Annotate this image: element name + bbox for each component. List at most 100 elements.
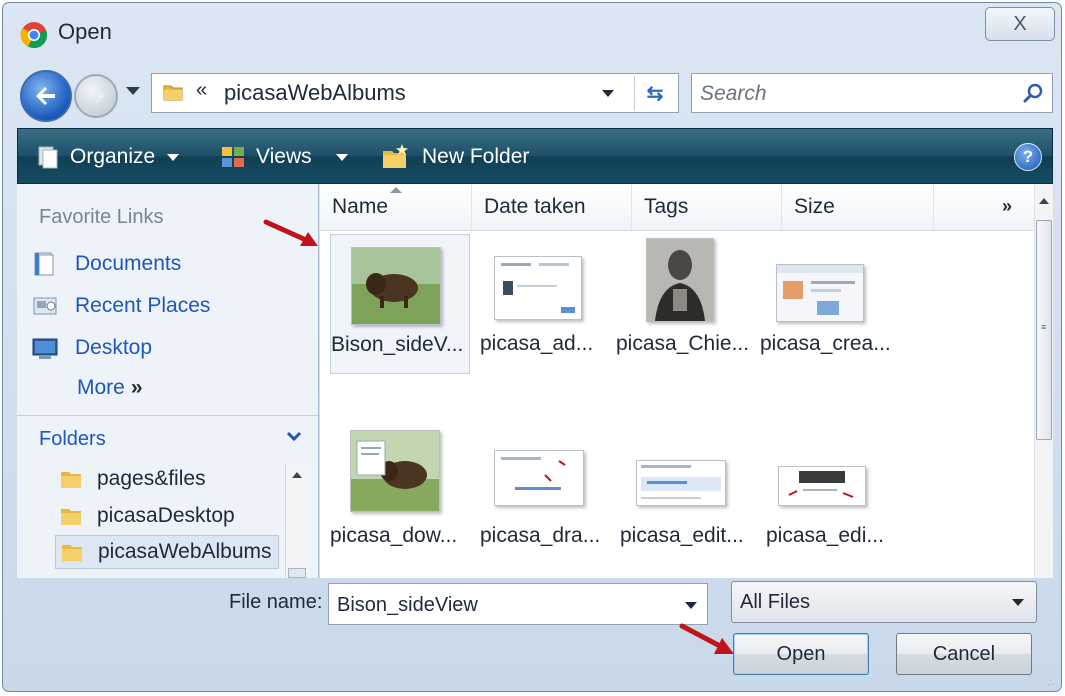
- organize-dropdown-icon: [167, 153, 180, 161]
- organize-label: Organize: [70, 145, 156, 168]
- views-dropdown-icon: [335, 153, 348, 161]
- address-path[interactable]: picasaWebAlbums: [224, 80, 406, 106]
- scroll-up-icon[interactable]: [292, 472, 302, 478]
- back-arrow-icon: [36, 87, 55, 105]
- search-box[interactable]: [691, 73, 1053, 113]
- open-button[interactable]: Open: [733, 633, 869, 675]
- column-header-row: Name Date taken Tags Size »: [320, 184, 1035, 231]
- file-label: picasa_ad...: [480, 332, 594, 355]
- column-date-taken-label: Date taken: [484, 195, 586, 218]
- file-item[interactable]: picasa_dow...: [330, 426, 470, 566]
- file-item[interactable]: picasa_edi...: [766, 426, 906, 566]
- column-tags-label: Tags: [644, 195, 689, 218]
- column-date-taken[interactable]: Date taken: [472, 184, 632, 230]
- organize-button[interactable]: Organize: [36, 143, 180, 171]
- folder-tree-item[interactable]: pages&files: [55, 462, 212, 496]
- sort-ascending-icon: [390, 187, 402, 193]
- file-name-input[interactable]: [335, 590, 659, 620]
- file-label: picasa_crea...: [760, 332, 891, 355]
- back-button[interactable]: [20, 70, 72, 122]
- more-columns-icon[interactable]: »: [1002, 196, 1012, 217]
- chrome-icon: [20, 22, 48, 49]
- file-item[interactable]: picasa_ad...: [480, 234, 620, 374]
- more-favorites-link[interactable]: More»: [77, 376, 143, 400]
- file-item[interactable]: Bison_sideV...: [330, 234, 470, 374]
- address-chevron[interactable]: «: [196, 79, 207, 102]
- favorite-recent-places[interactable]: Recent Places: [31, 290, 210, 322]
- close-icon: X: [1013, 12, 1027, 35]
- bison-thumbnail: [351, 247, 441, 325]
- folder-icon: [163, 85, 183, 101]
- views-label: Views: [256, 145, 312, 168]
- column-tags[interactable]: Tags: [632, 184, 782, 230]
- file-label: picasa_edit...: [620, 524, 744, 547]
- annotation-arrow: [263, 219, 318, 246]
- help-button[interactable]: ?: [1014, 143, 1042, 171]
- folder-tree-item-selected[interactable]: picasaWebAlbums: [55, 535, 279, 569]
- file-list-scrollbar[interactable]: ≡: [1034, 184, 1053, 578]
- command-toolbar: Organize Views New Folder ?: [17, 128, 1053, 184]
- open-dialog: Open X « picasaWebAlbums ⇆ Search Organi…: [2, 2, 1062, 692]
- search-input[interactable]: [698, 78, 1002, 110]
- new-folder-icon: [383, 144, 408, 168]
- favorite-documents[interactable]: Documents: [31, 248, 181, 280]
- chevron-down-icon[interactable]: [285, 428, 303, 446]
- desktop-icon: [32, 338, 58, 359]
- resize-grip-icon[interactable]: ∴: [1048, 679, 1055, 689]
- column-size-label: Size: [794, 195, 835, 218]
- column-size[interactable]: Size: [782, 184, 934, 230]
- refresh-button[interactable]: ⇆: [634, 76, 675, 110]
- forward-button[interactable]: [74, 74, 118, 118]
- favorite-recent-places-label: Recent Places: [75, 294, 211, 317]
- favorite-desktop-label: Desktop: [75, 336, 153, 359]
- cancel-button[interactable]: Cancel: [896, 633, 1032, 675]
- organize-icon: [38, 146, 58, 169]
- recent-places-icon: [33, 297, 57, 315]
- new-folder-label: New Folder: [422, 145, 530, 168]
- file-label: picasa_dra...: [480, 524, 601, 547]
- folder-tree-item[interactable]: picasaDesktop: [55, 499, 241, 533]
- file-item[interactable]: picasa_dra...: [480, 426, 620, 566]
- more-chevron-icon: »: [130, 376, 143, 399]
- folder-tree-scrollbar[interactable]: [285, 464, 310, 578]
- screenshot-thumbnail: [636, 460, 726, 506]
- address-bar[interactable]: « picasaWebAlbums ⇆: [151, 73, 679, 113]
- folder-icon: [61, 472, 81, 488]
- file-item[interactable]: picasa_edit...: [620, 426, 760, 566]
- folder-label: picasaDesktop: [97, 504, 235, 527]
- window-title: Open: [58, 19, 112, 44]
- file-item[interactable]: picasa_Chie...: [616, 234, 756, 374]
- new-folder-button[interactable]: New Folder: [380, 143, 529, 171]
- file-name-combobox[interactable]: [328, 583, 708, 625]
- grip-icon: ≡: [1041, 322, 1047, 332]
- file-name-dropdown-icon[interactable]: [685, 602, 697, 609]
- scrollbar-thumb[interactable]: [288, 568, 306, 578]
- file-label: picasa_dow...: [330, 524, 458, 547]
- favorite-documents-label: Documents: [75, 252, 182, 275]
- scroll-up-icon[interactable]: [1039, 198, 1049, 204]
- refresh-icon: ⇆: [646, 82, 664, 105]
- file-type-dropdown-icon: [1012, 599, 1024, 606]
- address-dropdown-icon[interactable]: [602, 90, 614, 97]
- divider: [17, 415, 318, 416]
- column-name-label: Name: [332, 195, 389, 218]
- folders-header[interactable]: Folders: [39, 428, 106, 451]
- file-type-select[interactable]: All Files: [731, 581, 1037, 623]
- screenshot-thumbnail: [494, 256, 582, 320]
- title-bar: Open X: [3, 3, 1061, 59]
- column-name[interactable]: Name: [320, 184, 472, 230]
- help-icon: ?: [1022, 147, 1034, 166]
- recent-pages-dropdown[interactable]: [126, 87, 140, 95]
- close-button[interactable]: X: [985, 7, 1055, 41]
- file-label: picasa_edi...: [766, 524, 884, 547]
- favorite-desktop[interactable]: Desktop: [31, 332, 152, 364]
- file-item[interactable]: picasa_crea...: [760, 234, 900, 374]
- file-label: Bison_sideV...: [331, 333, 464, 356]
- favorite-links-header: Favorite Links: [39, 206, 164, 228]
- more-label: More: [77, 376, 125, 399]
- file-name-label: File name:: [229, 591, 323, 613]
- scrollbar-thumb[interactable]: ≡: [1036, 220, 1052, 440]
- search-icon[interactable]: [1022, 82, 1044, 104]
- views-button[interactable]: Views: [220, 143, 348, 171]
- file-label: picasa_Chie...: [616, 332, 750, 355]
